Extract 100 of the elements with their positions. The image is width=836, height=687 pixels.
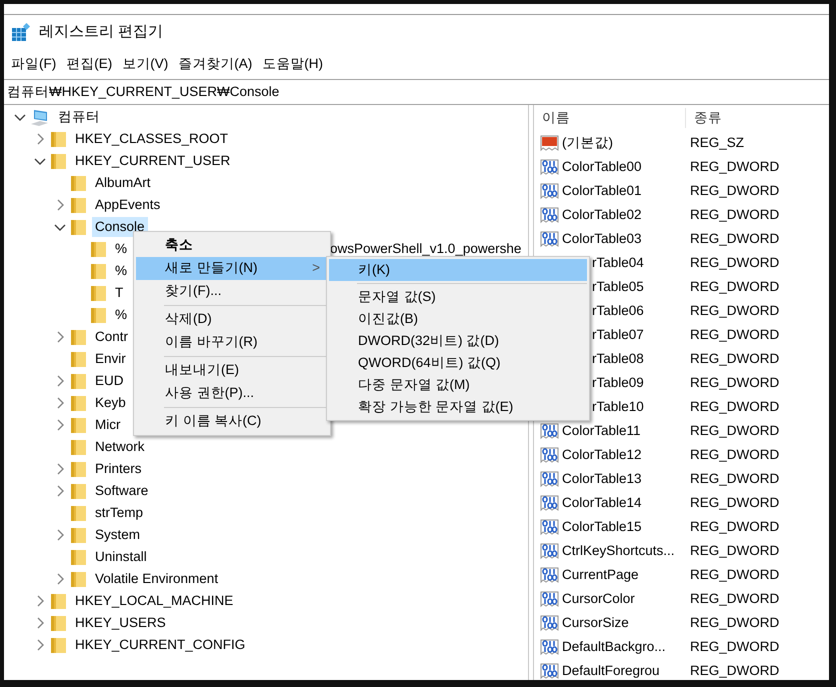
tree-item[interactable]: Keyb [92,393,129,413]
folder-icon [70,416,87,434]
window-title: 레지스트리 편집기 [39,22,164,42]
value-name[interactable]: ColorTable11 [562,420,641,442]
tree-item[interactable]: Network [92,437,148,457]
folder-icon [50,636,67,654]
folder-icon [50,152,67,170]
tree-item[interactable]: T [112,283,126,303]
tree-item[interactable]: % [112,305,130,325]
value-type: REG_DWORD [689,278,780,296]
value-name[interactable]: CurrentPage [562,564,639,586]
tree-item[interactable]: Uninstall [92,547,150,567]
folder-icon [70,372,87,390]
menu-item[interactable]: 삭제(D) [136,308,328,331]
tree-item[interactable]: 컴퓨터 [55,107,103,127]
menu-item[interactable]: 문자열 값(S) [329,286,587,308]
menu-item[interactable]: 다중 문자열 값(M) [329,374,587,396]
tree-item[interactable]: System [92,525,144,545]
value-type: REG_DWORD [689,398,780,416]
tree-item[interactable]: EUD [92,371,127,391]
value-name[interactable]: CursorSize [562,612,629,634]
value-name[interactable]: rTable06 [592,300,644,322]
value-name[interactable]: rTable07 [592,324,644,346]
binary-value-icon [540,566,559,584]
tree-item[interactable]: % [112,239,130,259]
menu-item[interactable]: DWORD(32비트) 값(D) [329,330,587,352]
binary-value-icon [540,182,559,200]
menu-item[interactable]: QWORD(64비트) 값(Q) [329,352,587,374]
tree-item[interactable]: HKEY_USERS [72,613,169,633]
value-name[interactable]: CtrlKeyShortcuts... [562,540,675,562]
tree-item[interactable]: Volatile Environment [92,569,222,589]
value-name[interactable]: ColorTable01 [562,180,642,202]
value-name[interactable]: ColorTable15 [562,516,642,538]
value-name[interactable]: rTable10 [592,396,644,418]
folder-icon [70,526,87,544]
value-name[interactable]: rTable09 [592,372,644,394]
value-type: REG_DWORD [689,206,780,224]
menu-item[interactable]: 키(K) [329,259,587,281]
folder-icon [70,460,87,478]
value-name[interactable]: rTable08 [592,348,644,370]
menu-item[interactable]: 보기(V) [118,54,174,74]
menu-item[interactable]: 파일(F) [7,54,62,74]
value-type: REG_DWORD [689,182,780,200]
tree-item[interactable]: Micr [92,415,124,435]
binary-value-icon [540,206,559,224]
tree-item[interactable]: Software [92,481,152,501]
tree-item[interactable]: HKEY_CURRENT_USER [72,151,234,171]
tree-item[interactable]: HKEY_LOCAL_MACHINE [72,591,236,611]
value-name[interactable]: ColorTable14 [562,492,642,514]
menu-item[interactable]: 이진값(B) [329,308,587,330]
binary-value-icon [540,470,559,488]
column-header[interactable]: 종류 [686,108,722,128]
value-type: REG_DWORD [689,566,780,584]
menu-item[interactable]: 내보내기(E) [136,359,328,382]
folder-icon [50,614,67,632]
tree-item[interactable]: AppEvents [92,195,164,215]
menu-item[interactable]: 도움말(H) [258,54,329,74]
tree-item[interactable]: Contr [92,327,132,347]
value-type: REG_DWORD [689,230,780,248]
tree-item[interactable]: Printers [92,459,145,479]
menu-item[interactable]: 새로 만들기(N) > [136,257,328,280]
value-name[interactable]: ColorTable02 [562,204,642,226]
tree-item[interactable]: Console [92,217,148,237]
value-name[interactable]: CursorColor [562,588,635,610]
value-name[interactable]: ColorTable13 [562,468,642,490]
value-name[interactable]: DefaultBackgro... [562,636,666,658]
folder-icon [90,240,107,258]
registry-icon [11,22,31,42]
value-name[interactable]: ColorTable03 [562,228,642,250]
menu-item[interactable]: 축소 [136,234,328,257]
menu-item[interactable]: 편집(E) [62,54,118,74]
binary-value-icon [540,518,559,536]
value-name[interactable]: (기본값) [562,132,613,154]
menu-item[interactable]: 키 이름 복사(C) [136,410,328,433]
value-type: REG_DWORD [689,614,780,632]
menu-item[interactable]: 즐겨찾기(A) [174,54,258,74]
folder-icon [70,350,87,368]
value-name[interactable]: rTable05 [592,276,644,298]
value-name[interactable]: DefaultForegrou [562,660,660,680]
binary-value-icon [540,422,559,440]
menu-item[interactable]: 찾기(F)... [136,280,328,303]
binary-value-icon [540,158,559,176]
tree-item[interactable]: AlbumArt [92,173,154,193]
address-path[interactable]: 컴퓨터₩HKEY_CURRENT_USER₩Console [7,82,280,102]
tree-item[interactable]: strTemp [92,503,146,523]
value-type: REG_DWORD [689,326,780,344]
menu-item[interactable]: 확장 가능한 문자열 값(E) [329,396,587,418]
tree-item[interactable]: % [112,261,130,281]
tree-item[interactable]: HKEY_CLASSES_ROOT [72,129,232,149]
menu-item[interactable]: 사용 권한(P)... [136,382,328,405]
tree-item[interactable]: owsPowerShell_v1.0_powershe [330,238,522,260]
folder-icon [90,306,107,324]
menu-item[interactable]: 이름 바꾸기(R) [136,331,328,354]
column-header[interactable]: 이름 [534,108,686,128]
tree-item[interactable]: Envir [92,349,129,369]
value-name[interactable]: ColorTable00 [562,156,642,178]
value-name[interactable]: rTable04 [592,252,644,274]
tree-item[interactable]: HKEY_CURRENT_CONFIG [72,635,248,655]
value-name[interactable]: ColorTable12 [562,444,642,466]
folder-icon [50,130,67,148]
